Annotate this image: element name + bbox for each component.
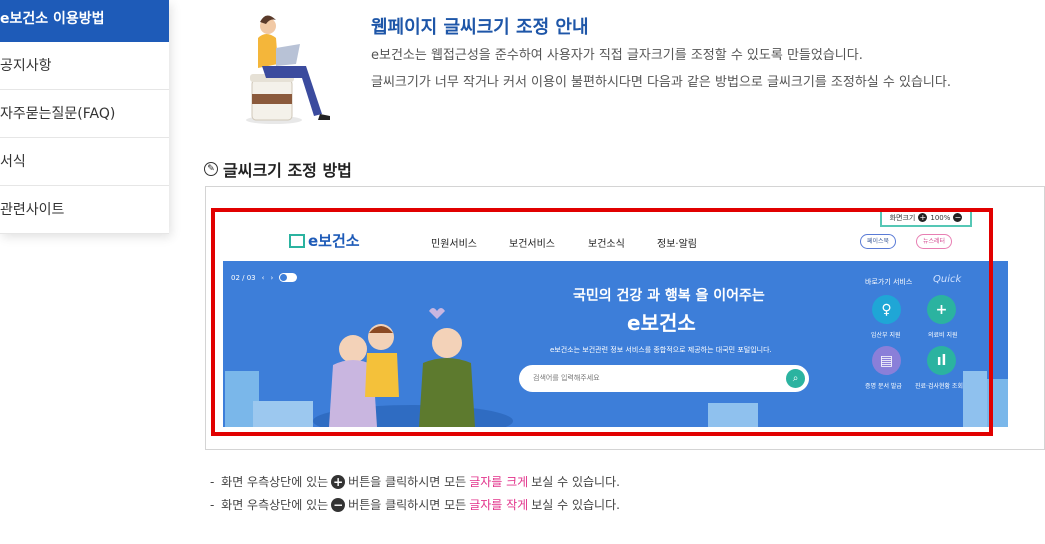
minus-icon: − bbox=[953, 213, 963, 222]
plus-icon: + bbox=[918, 213, 928, 222]
medical-cross-icon: + bbox=[927, 295, 956, 324]
document-icon: ▤ bbox=[872, 346, 901, 375]
sidebar-item-label: 관련사이트 bbox=[0, 202, 65, 218]
preview-banner: 02 / 03 ‹ › 국민의 건강 과 행복 을 이어주는 e보건소 e보건소… bbox=[223, 261, 1008, 427]
zoom-value: 100% bbox=[930, 213, 951, 222]
pause-toggle bbox=[279, 273, 298, 282]
sidebar-item-label: 공지사항 bbox=[0, 58, 52, 74]
sidebar-item-label: e보건소 이용방법 bbox=[0, 11, 105, 27]
banner-brand: e보건소 bbox=[627, 311, 696, 335]
preview-nav-info: 정보·알림 bbox=[657, 239, 697, 250]
section-title: ✎ 글씨크기 조정 방법 bbox=[204, 157, 352, 181]
banner-slogan: 국민의 건강 과 행복 을 이어주는 bbox=[573, 288, 765, 304]
sidebar-item-faq[interactable]: 자주묻는질문(FAQ) bbox=[0, 90, 169, 138]
chart-icon: ıl bbox=[927, 346, 956, 375]
quick-item-label: 진료·검사현황 조회 bbox=[915, 383, 963, 390]
sidebar-item-forms[interactable]: 서식 bbox=[0, 138, 169, 186]
note-text: 버튼을 클릭하시면 모든 bbox=[348, 475, 467, 489]
sidebar-item-label: 서식 bbox=[0, 154, 26, 170]
plus-icon: + bbox=[331, 474, 346, 489]
building-shape bbox=[987, 379, 1008, 427]
page-title: 웹페이지 글씨크기 조정 안내 bbox=[371, 17, 589, 38]
font-size-control: 화면크기 + 100% − bbox=[880, 208, 972, 227]
quick-item-label: 임산부 지원 bbox=[871, 332, 901, 339]
note-emphasis: 글자를 작게 bbox=[469, 498, 529, 512]
pregnant-icon: ♀ bbox=[872, 295, 901, 324]
intro-text: 글씨크기가 너무 작거나 커서 이용이 불편하시다면 다음과 같은 방법으로 글… bbox=[371, 75, 951, 90]
font-size-label: 화면크기 bbox=[889, 213, 916, 222]
note-text: 화면 우측상단에 있는 bbox=[221, 475, 329, 489]
house-icon bbox=[289, 233, 305, 248]
preview-nav-civil: 민원서비스 bbox=[431, 239, 477, 250]
sidebar-item-related-sites[interactable]: 관련사이트 bbox=[0, 186, 169, 234]
note-text: 보실 수 있습니다. bbox=[531, 498, 620, 512]
sidebar-item-usage[interactable]: e보건소 이용방법 bbox=[0, 0, 169, 42]
pencil-icon: ✎ bbox=[204, 162, 218, 176]
preview-header: e보건소 민원서비스 보건서비스 보건소식 정보·알림 화면크기 + 100% … bbox=[223, 208, 1008, 261]
sidebar-item-notice[interactable]: 공지사항 bbox=[0, 42, 169, 90]
sidebar-item-label: 자주묻는질문(FAQ) bbox=[0, 106, 116, 122]
banner-pager: 02 / 03 ‹ › bbox=[231, 273, 298, 282]
banner-description: e보건소는 보건관련 정보 서비스를 종합적으로 제공하는 대국민 포털입니다. bbox=[550, 346, 772, 354]
instruction-shrink: - 화면 우측상단에 있는 − 버튼을 클릭하시면 모든 글자를 작게 보실 수… bbox=[210, 497, 620, 512]
chevron-left-icon: ‹ bbox=[261, 273, 265, 282]
sidebar: e보건소 이용방법 공지사항 자주묻는질문(FAQ) 서식 관련사이트 bbox=[0, 0, 169, 234]
newsletter-pill: 뉴스레터 bbox=[916, 234, 953, 249]
building-shape bbox=[963, 371, 987, 427]
preview-search: 검색어를 입력해주세요 ⌕ bbox=[519, 365, 809, 392]
note-text: 화면 우측상단에 있는 bbox=[221, 498, 329, 512]
family-illustration bbox=[313, 308, 513, 427]
quick-item-label: 의료비 지원 bbox=[928, 332, 958, 339]
site-preview: e보건소 민원서비스 보건서비스 보건소식 정보·알림 화면크기 + 100% … bbox=[223, 208, 1008, 427]
preview-nav-news: 보건소식 bbox=[588, 239, 625, 250]
pager-count: 02 / 03 bbox=[231, 273, 256, 282]
quick-item-label: 증명 문서 발급 bbox=[865, 383, 902, 390]
section-title-text: 글씨크기 조정 방법 bbox=[223, 161, 352, 180]
preview-logo-text: e보건소 bbox=[308, 232, 360, 250]
quick-title: 바로가기 서비스 bbox=[865, 278, 913, 286]
note-text: 버튼을 클릭하시면 모든 bbox=[348, 498, 467, 512]
hill-shape bbox=[253, 401, 313, 427]
facebook-pill: 페이스북 bbox=[860, 234, 897, 249]
minus-icon: − bbox=[331, 497, 346, 512]
intro-text: e보건소는 웹접근성을 준수하여 사용자가 직접 글자크기를 조정할 수 있도록… bbox=[371, 48, 863, 63]
note-text: 보실 수 있습니다. bbox=[531, 475, 620, 489]
laptop-user-illustration bbox=[246, 15, 330, 124]
instruction-enlarge: - 화면 우측상단에 있는 + 버튼을 클릭하시면 모든 글자를 크게 보실 수… bbox=[210, 474, 620, 489]
search-icon: ⌕ bbox=[786, 369, 805, 388]
preview-nav-health: 보건서비스 bbox=[509, 239, 555, 250]
chevron-right-icon: › bbox=[270, 273, 274, 282]
page: e보건소 이용방법 공지사항 자주묻는질문(FAQ) 서식 관련사이트 웹페이지… bbox=[0, 0, 1045, 544]
building-shape bbox=[708, 403, 758, 427]
quick-script: Quick bbox=[933, 274, 962, 285]
note-emphasis: 글자를 크게 bbox=[469, 475, 529, 489]
preview-logo: e보건소 bbox=[289, 230, 360, 251]
search-placeholder: 검색어를 입력해주세요 bbox=[533, 374, 600, 382]
